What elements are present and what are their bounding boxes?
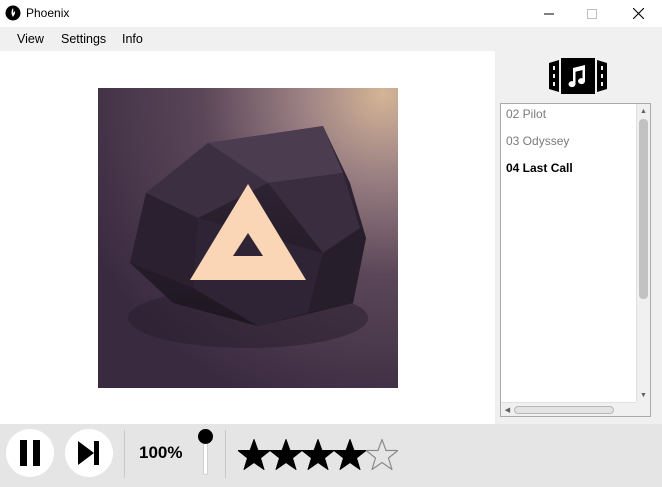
playlist-panel: 02 Pilot 03 Odyssey 04 Last Call ▲ ▼ ◀ ▶ [495,51,662,424]
menu-info[interactable]: Info [122,32,143,46]
volume-label: 100% [139,443,183,462]
horizontal-scrollbar[interactable]: ◀ ▶ [501,402,648,416]
album-art-area [0,51,495,424]
pause-button[interactable] [6,429,54,477]
phoenix-app-icon [5,5,21,21]
minimize-button[interactable] [526,0,572,27]
playlist-list[interactable]: 02 Pilot 03 Odyssey 04 Last Call ▲ ▼ ◀ ▶ [500,103,651,417]
star-empty-icon[interactable] [366,437,398,473]
star-filled-icon[interactable] [238,437,270,473]
star-filled-icon[interactable] [302,437,334,473]
playlist-item-pilot[interactable]: 02 Pilot [506,107,546,121]
menu-bar: View Settings Info [0,27,662,51]
scroll-up-arrow-icon[interactable]: ▲ [637,104,650,118]
playlist-item-odyssey[interactable]: 03 Odyssey [506,134,569,148]
close-icon [632,8,644,19]
maximize-button[interactable] [569,0,615,27]
star-filled-icon[interactable] [270,437,302,473]
star-filled-icon[interactable] [334,437,366,473]
menu-view[interactable]: View [17,32,44,46]
controls-divider [225,430,226,478]
menu-settings[interactable]: Settings [61,32,106,46]
scroll-left-arrow-icon[interactable]: ◀ [501,403,514,416]
controls-divider [124,430,125,478]
album-art [98,88,398,388]
player-controls: 100% [0,424,662,487]
title-bar: Phoenix [0,0,662,27]
volume-slider-handle[interactable] [198,429,213,444]
pause-icon [20,440,40,466]
skip-next-icon [78,441,99,465]
next-track-button[interactable] [65,429,113,477]
scroll-corner [636,402,650,416]
maximize-icon [587,8,597,19]
vertical-scrollbar[interactable]: ▲ ▼ [636,104,650,402]
rating-stars[interactable] [238,437,398,473]
vertical-scroll-thumb[interactable] [639,119,648,299]
horizontal-scroll-thumb[interactable] [514,406,614,414]
playlist-item-last-call[interactable]: 04 Last Call [506,161,573,175]
minimize-icon [544,13,554,14]
close-button[interactable] [615,0,661,27]
film-music-icon[interactable] [545,57,611,95]
scroll-down-arrow-icon[interactable]: ▼ [637,388,650,402]
window-title: Phoenix [26,6,70,20]
